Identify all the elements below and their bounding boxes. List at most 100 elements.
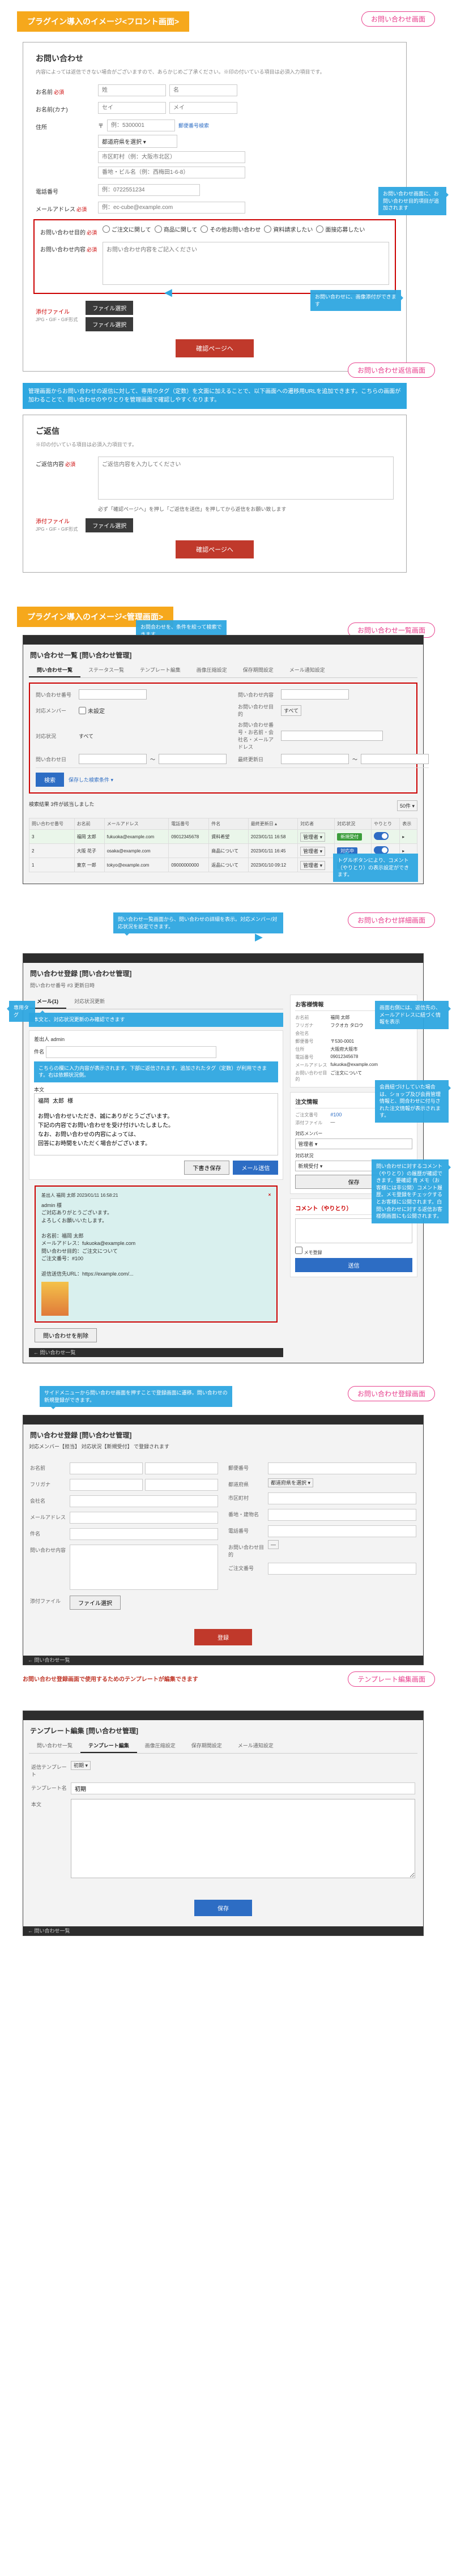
reply-body[interactable] <box>98 457 394 500</box>
delete-btn[interactable]: 問い合わせを削除 <box>35 1328 97 1342</box>
callout-admin-new: お問い合わせ登録画面 <box>348 1386 435 1401</box>
n-tel[interactable] <box>268 1525 416 1537</box>
list-tab[interactable]: メール通知設定 <box>282 663 333 677</box>
n-a2[interactable] <box>268 1509 416 1521</box>
zip-search-link[interactable]: 郵便番号検索 <box>178 122 209 129</box>
assign-select[interactable]: 管理者 ▾ <box>295 1138 412 1149</box>
mail-body[interactable] <box>34 1093 278 1155</box>
purpose-radio[interactable]: ご注文に関して <box>103 225 151 233</box>
list-tab[interactable]: テンプレート編集 <box>132 663 189 677</box>
row-member-sel[interactable]: 管理者 ▾ <box>300 847 325 856</box>
search-btn[interactable]: 検索 <box>36 773 64 787</box>
name-sei[interactable] <box>98 84 166 96</box>
tpl-tab[interactable]: 画像圧縮設定 <box>137 1739 184 1753</box>
new-save-btn[interactable]: 登録 <box>194 1629 252 1645</box>
tpl-name[interactable] <box>71 1782 415 1794</box>
contact-body[interactable] <box>103 242 389 285</box>
tpl-body[interactable] <box>71 1799 415 1878</box>
f-upd-from[interactable] <box>281 754 349 764</box>
comment-send-btn[interactable]: 送信 <box>295 1258 412 1272</box>
n-a1[interactable] <box>268 1492 416 1504</box>
n-mail[interactable] <box>70 1512 218 1524</box>
f-id[interactable] <box>79 689 147 700</box>
kana-sei[interactable] <box>98 102 166 114</box>
f-date-from[interactable] <box>79 754 147 764</box>
f-body[interactable] <box>281 689 349 700</box>
memo-check <box>295 1247 302 1254</box>
tpl-save-btn[interactable]: 保存 <box>194 1900 252 1916</box>
panel-title: お問い合わせ <box>36 53 394 64</box>
reply-thread-box: 差出人 福岡 太郎 2023/01/11 16:58:21 × admin 様 … <box>35 1185 278 1323</box>
tpl-tab[interactable]: 保存期間設定 <box>184 1739 230 1753</box>
row-open[interactable]: ▸ <box>402 848 404 854</box>
product-thumb <box>41 1282 69 1316</box>
row-toggle[interactable] <box>374 832 389 840</box>
n-file-btn[interactable]: ファイル選択 <box>70 1596 121 1610</box>
list-tab[interactable]: 保存期間設定 <box>235 663 282 677</box>
f-date-to[interactable] <box>159 754 227 764</box>
n-purpose[interactable]: — <box>268 1540 279 1549</box>
table-row[interactable]: 3福岡 太郎fukuoka@example.com09012345678資料希望… <box>29 830 417 844</box>
saved-search[interactable]: 保存した検索条件 ▾ <box>69 776 113 783</box>
list-tab[interactable]: 画像圧縮設定 <box>189 663 235 677</box>
file-select-1[interactable]: ファイル選択 <box>86 301 133 315</box>
f-upd-to[interactable] <box>361 754 429 764</box>
n-body[interactable] <box>70 1545 218 1590</box>
annot-toggle: トグルボタンにより、コメント（やりとり）の表示設定ができます。 <box>333 854 418 882</box>
f-purpose[interactable]: すべて <box>281 705 301 716</box>
confirm-button[interactable]: 確認ページへ <box>176 339 254 357</box>
mail[interactable] <box>98 202 245 214</box>
tpl-tab[interactable]: テンプレート編集 <box>80 1739 137 1753</box>
row-toggle[interactable] <box>374 846 389 854</box>
n-pref[interactable]: 都道府県を選択 ▾ <box>268 1478 313 1487</box>
list-tab[interactable]: 問い合わせ一覧 <box>29 663 80 677</box>
close-icon[interactable]: × <box>268 1192 271 1199</box>
addr2[interactable] <box>98 167 245 178</box>
row-open[interactable]: ▸ <box>402 834 404 839</box>
file-select-2[interactable]: ファイル選択 <box>86 317 133 331</box>
n-seik[interactable] <box>70 1479 143 1491</box>
callout-admin-template: テンプレート編集画面 <box>348 1671 435 1687</box>
callout-front-reply: お問い合わせ返信画面 <box>348 362 435 378</box>
list-tab[interactable]: ステータス一覧 <box>80 663 132 677</box>
row-member-sel[interactable]: 管理者 ▾ <box>300 861 325 870</box>
n-order[interactable] <box>268 1563 416 1575</box>
reply-confirm-button[interactable]: 確認ページへ <box>176 540 254 558</box>
tpl-tab[interactable]: 問い合わせ一覧 <box>29 1739 80 1753</box>
send-mail-btn[interactable]: メール送信 <box>233 1161 278 1175</box>
n-meik[interactable] <box>145 1479 218 1491</box>
page-size[interactable]: 50件 ▾ <box>397 800 417 811</box>
n-mei[interactable] <box>145 1462 218 1474</box>
reply-banner: 管理画面からお問い合わせの返信に対して、専用のタグ（定数）を文面に加えることで、… <box>23 383 407 409</box>
f-keyword[interactable] <box>281 731 383 741</box>
purpose-radio[interactable]: 商品に関して <box>155 225 198 233</box>
back-link[interactable]: ← 問い合わせ一覧 <box>33 1349 76 1356</box>
section1-title: プラグイン導入のイメージ<フロント画面> <box>17 11 189 32</box>
reply-file-btn[interactable]: ファイル選択 <box>86 518 133 532</box>
zip[interactable] <box>107 120 175 131</box>
tpl-select[interactable]: 初期 ▾ <box>71 1761 91 1770</box>
name-mei[interactable] <box>169 84 237 96</box>
row-member-sel[interactable]: 管理者 ▾ <box>300 833 325 842</box>
annot-side-comment: 問い合わせに対するコメント（やりとり）の履歴が確認できます。要確認 青 メモ（お… <box>372 1159 449 1223</box>
n-corp[interactable] <box>70 1495 218 1507</box>
addr1[interactable] <box>98 151 245 163</box>
tel[interactable] <box>98 184 200 196</box>
purpose-radio[interactable]: 面接応募したい <box>316 225 365 233</box>
n-sei[interactable] <box>70 1462 143 1474</box>
pref-select[interactable]: 都道府県を選択 ▾ <box>98 135 177 148</box>
tab-status[interactable]: 対応状況更新 <box>66 995 113 1009</box>
new-back-link[interactable]: ← 問い合わせ一覧 <box>28 1656 70 1664</box>
kana-mei[interactable] <box>169 102 237 114</box>
purpose-radio[interactable]: 資料請求したい <box>264 225 313 233</box>
purpose-radio[interactable]: その他お問い合わせ <box>201 225 261 233</box>
admin-new-panel: 問い合わせ登録 [問い合わせ管理] 対応メンバー【担当】 対応状況【新規受付】 … <box>23 1415 424 1665</box>
order-link[interactable]: #100 <box>330 1112 342 1118</box>
arrow-icon: ▶ <box>255 931 263 942</box>
tpl-back-link[interactable]: ← 問い合わせ一覧 <box>28 1927 70 1934</box>
n-subj[interactable] <box>70 1528 218 1540</box>
mail-subj[interactable] <box>46 1046 217 1058</box>
draft-btn[interactable]: 下書き保存 <box>184 1161 229 1175</box>
n-zip[interactable] <box>268 1462 416 1474</box>
tpl-tab[interactable]: メール通知設定 <box>230 1739 282 1753</box>
